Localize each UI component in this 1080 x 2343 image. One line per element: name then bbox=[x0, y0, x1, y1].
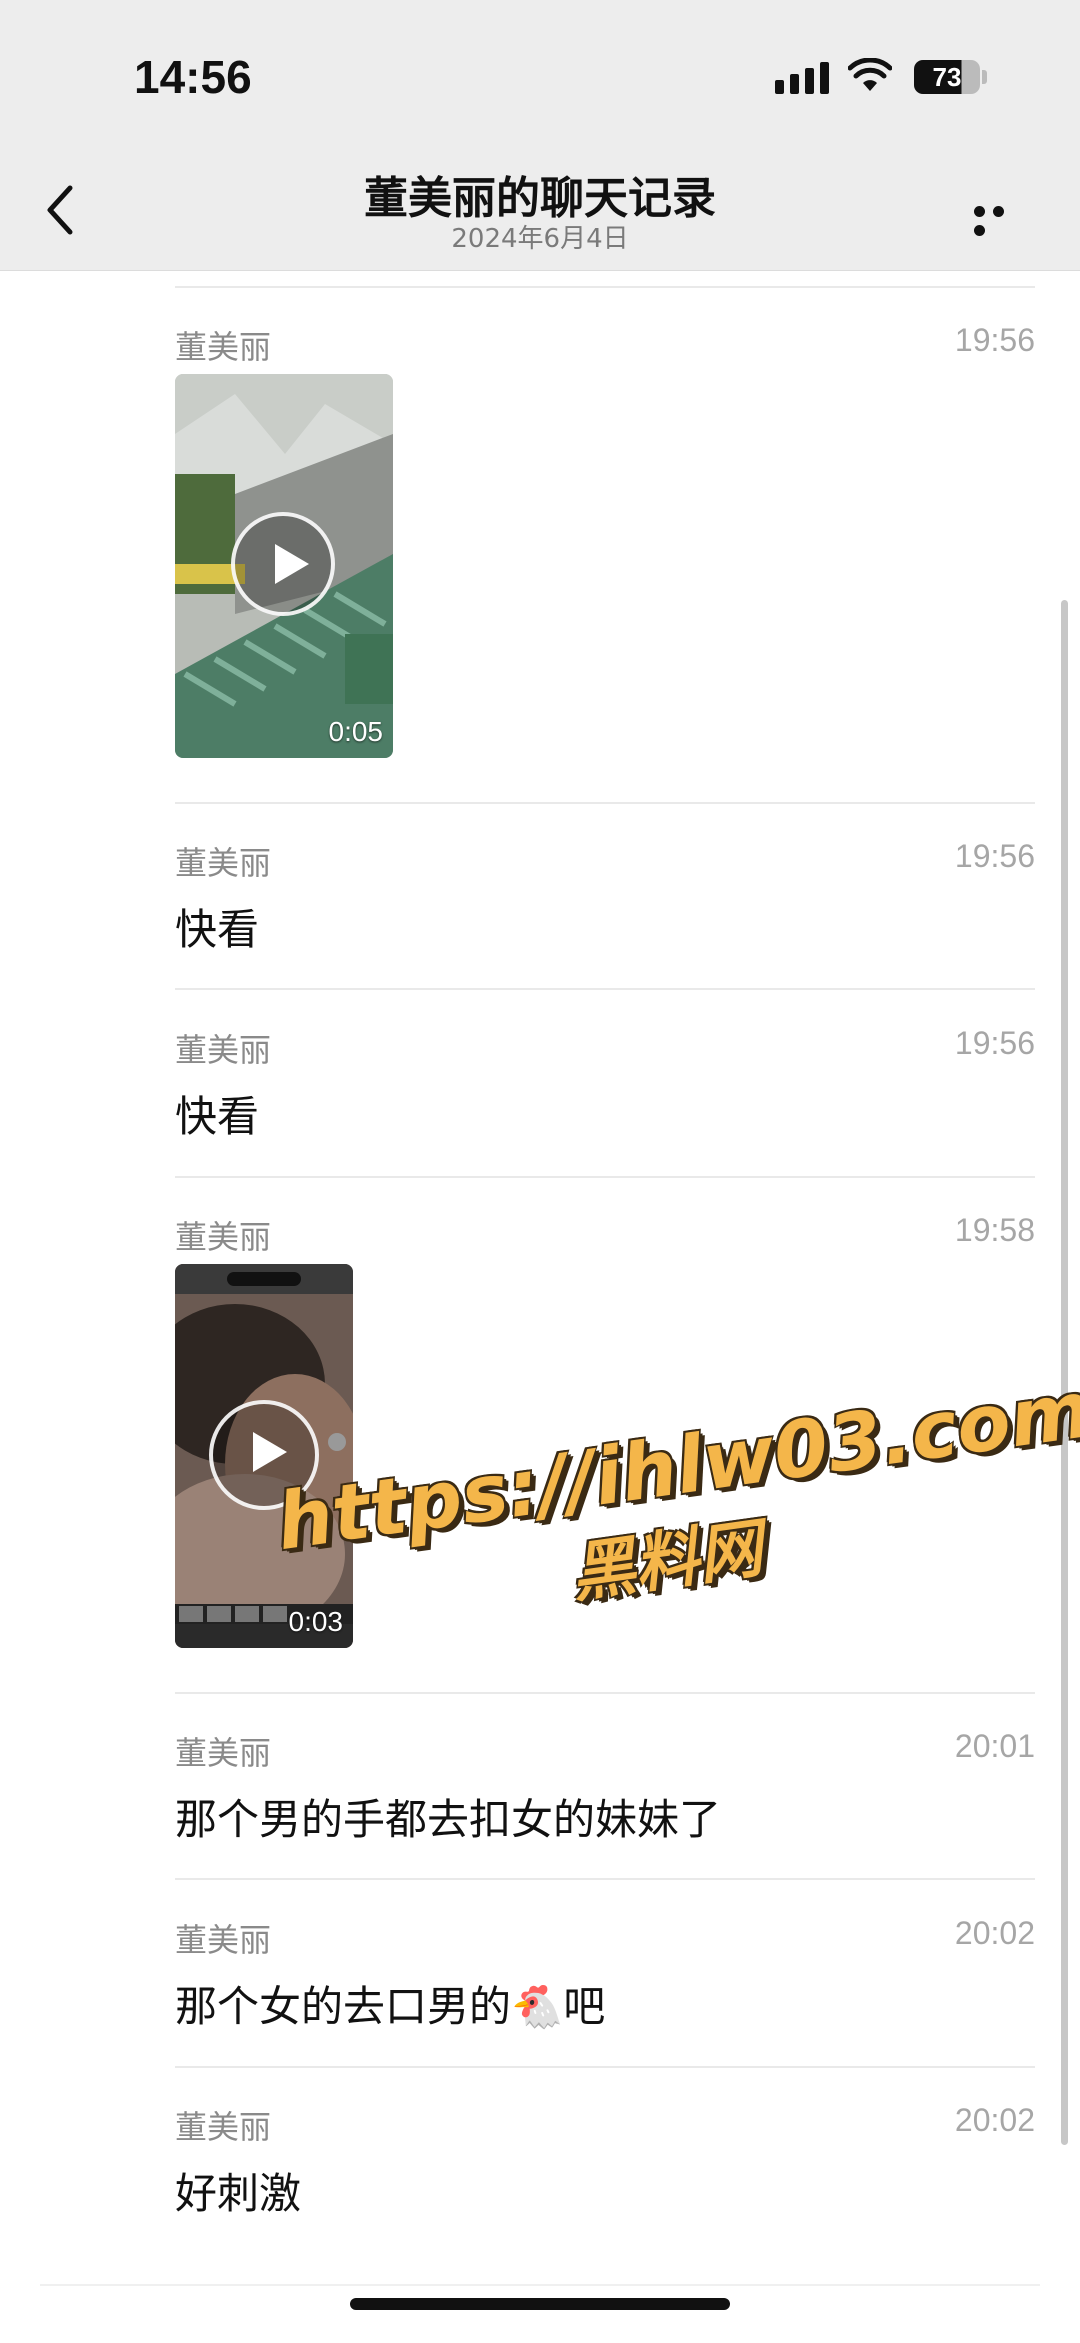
sender-name: 董美丽 bbox=[175, 1218, 272, 1256]
list-item: 董美丽 19:56 0:05 bbox=[175, 322, 1035, 792]
signal-icon bbox=[775, 62, 835, 94]
divider bbox=[175, 1176, 1035, 1178]
play-icon[interactable] bbox=[231, 512, 335, 616]
list-item: 董美丽 19:56 快看 bbox=[175, 838, 1035, 958]
status-time: 14:56 bbox=[134, 51, 252, 103]
list-item: 董美丽 20:02 好刺激 bbox=[175, 2102, 1035, 2222]
sender-name: 董美丽 bbox=[175, 1031, 272, 1069]
video-thumbnail[interactable]: 0:05 bbox=[175, 374, 393, 758]
message-time: 20:02 bbox=[954, 1915, 1035, 1951]
message-time: 20:02 bbox=[954, 2102, 1035, 2138]
play-icon[interactable] bbox=[209, 1400, 319, 1510]
message-text: 那个男的手都去扣女的妹妹了 bbox=[175, 1795, 722, 1844]
sender-name: 董美丽 bbox=[175, 328, 272, 366]
video-duration: 0:05 bbox=[328, 716, 384, 747]
home-indicator bbox=[350, 2298, 730, 2310]
scrollbar[interactable] bbox=[1061, 600, 1068, 2145]
divider bbox=[175, 802, 1035, 804]
more-dots-icon[interactable] bbox=[974, 202, 1028, 236]
navigation-bar: 董美丽的聊天记录 2024年6月4日 bbox=[0, 150, 1080, 271]
sender-name: 董美丽 bbox=[175, 1921, 272, 1959]
list-item: 董美丽 19:58 0:03 bbox=[175, 1212, 1035, 1682]
divider bbox=[175, 988, 1035, 990]
video-thumbnail[interactable]: 0:03 bbox=[175, 1264, 353, 1648]
divider bbox=[175, 2066, 1035, 2068]
message-text: 那个女的去口男的🐔吧 bbox=[175, 1982, 606, 2031]
divider bbox=[175, 1692, 1035, 1694]
status-bar: 14:56 73 bbox=[0, 0, 1080, 150]
list-item: 董美丽 20:01 那个男的手都去扣女的妹妹了 bbox=[175, 1728, 1035, 1848]
message-time: 19:56 bbox=[954, 1025, 1035, 1061]
battery-icon: 73 bbox=[914, 60, 980, 94]
divider bbox=[175, 286, 1035, 288]
list-item: 董美丽 20:02 那个女的去口男的🐔吧 bbox=[175, 1915, 1035, 2035]
message-text: 快看 bbox=[175, 905, 260, 954]
sender-name: 董美丽 bbox=[175, 844, 272, 882]
wifi-icon bbox=[848, 58, 892, 91]
bottom-divider bbox=[40, 2284, 1040, 2286]
message-text: 快看 bbox=[175, 1092, 260, 1141]
message-time: 19:56 bbox=[954, 838, 1035, 874]
message-time: 20:01 bbox=[954, 1728, 1035, 1764]
battery-tip bbox=[982, 70, 987, 84]
page-title: 董美丽的聊天记录 bbox=[364, 173, 716, 224]
divider bbox=[175, 1878, 1035, 1880]
sender-name: 董美丽 bbox=[175, 2108, 272, 2146]
message-time: 19:58 bbox=[954, 1212, 1035, 1248]
list-item: 董美丽 19:56 快看 bbox=[175, 1025, 1035, 1145]
sender-name: 董美丽 bbox=[175, 1734, 272, 1772]
message-text: 好刺激 bbox=[175, 2169, 302, 2218]
page-subtitle-date: 2024年6月4日 bbox=[451, 224, 629, 254]
video-duration: 0:03 bbox=[288, 1606, 344, 1637]
message-time: 19:56 bbox=[954, 322, 1035, 358]
